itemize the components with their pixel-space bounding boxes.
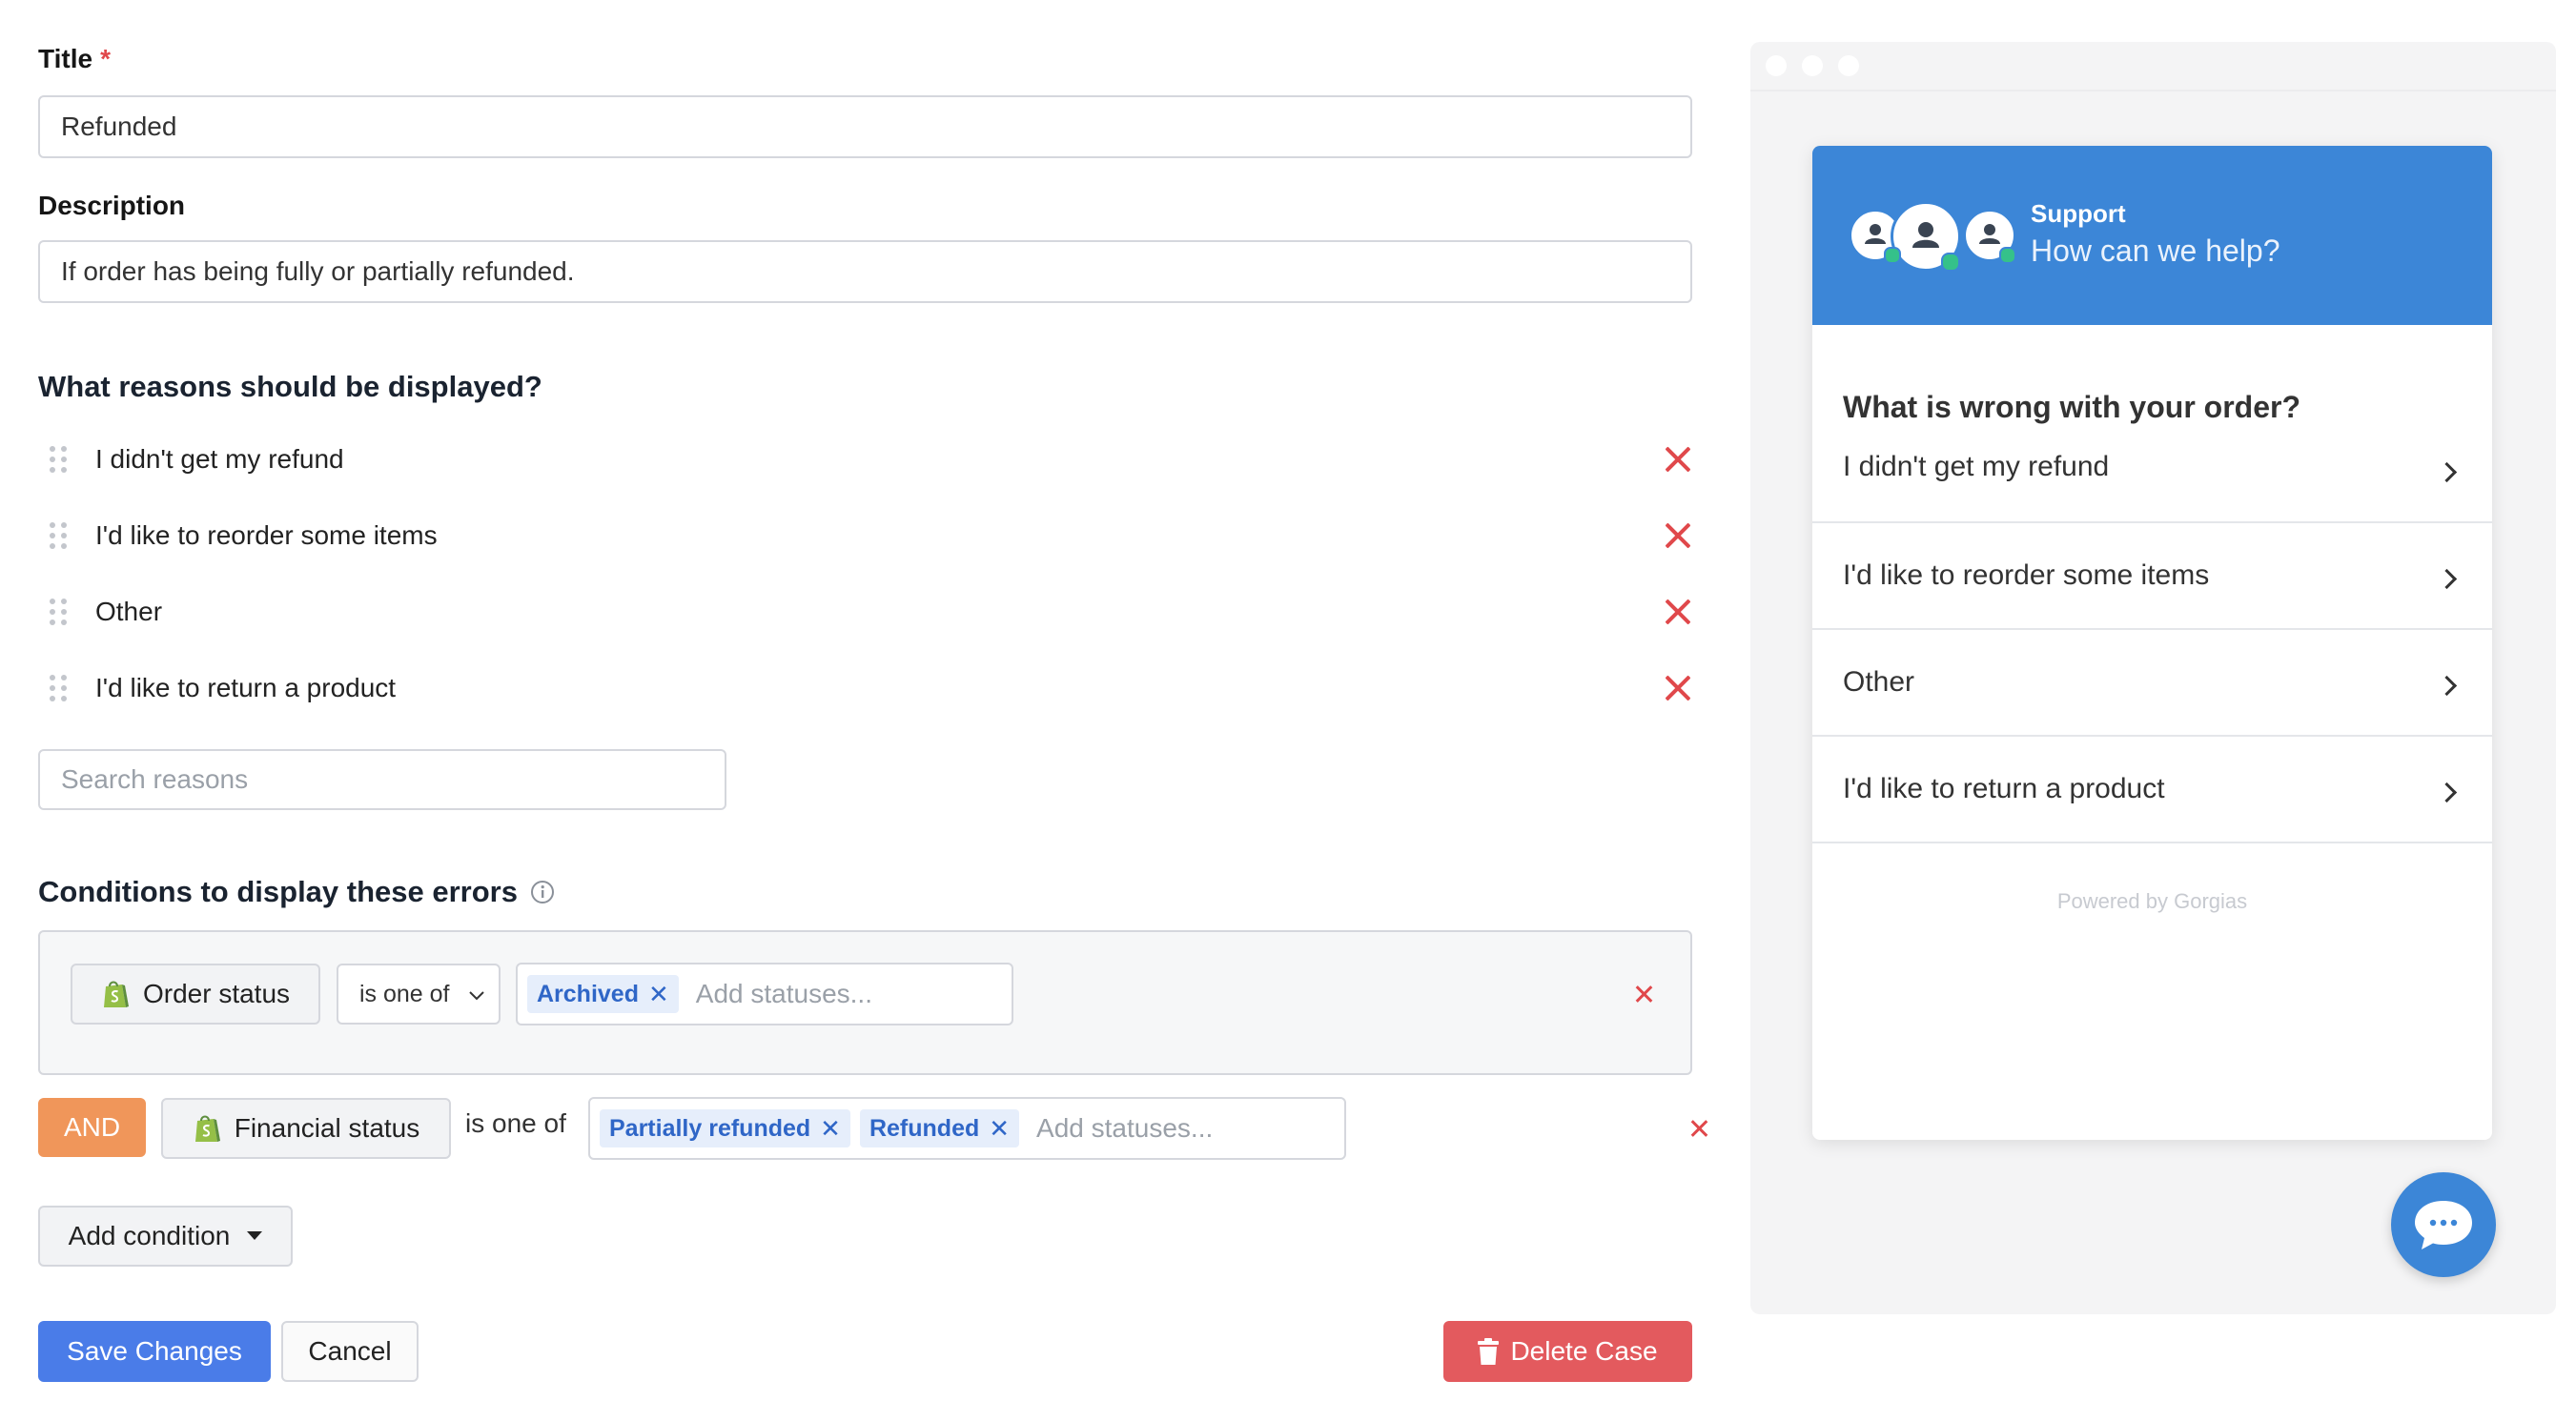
delete-case-label: Delete Case: [1510, 1336, 1658, 1366]
chevron-down-icon: [469, 991, 484, 1001]
chat-header: Support How can we help?: [1812, 146, 2492, 325]
chevron-right-icon: [2436, 461, 2458, 483]
status-tag-label: Refunded: [869, 1114, 980, 1142]
add-condition-label: Add condition: [68, 1221, 231, 1250]
order-status-label: Order status: [142, 979, 291, 1008]
window-dot: [1838, 55, 1859, 76]
reason-label: I'd like to reorder some items: [95, 520, 438, 550]
reason-label: I didn't get my refund: [95, 444, 344, 474]
chevron-right-icon: [2436, 568, 2458, 590]
cancel-button[interactable]: Cancel: [281, 1321, 419, 1382]
remove-reason-icon[interactable]: [1664, 674, 1692, 702]
drag-handle-icon[interactable]: [50, 446, 67, 473]
reason-row: I didn't get my refund: [38, 429, 1692, 490]
trash-icon: [1478, 1338, 1500, 1365]
drag-handle-icon[interactable]: [50, 522, 67, 549]
chat-option[interactable]: I'd like to return a product: [1812, 737, 2492, 843]
shopify-icon: [103, 981, 129, 1007]
chat-header-title: Support: [2031, 199, 2126, 228]
reasons-heading: What reasons should be displayed?: [38, 370, 542, 403]
remove-tag-icon[interactable]: ✕: [989, 1114, 1010, 1144]
remove-tag-icon[interactable]: ✕: [820, 1114, 841, 1144]
chat-option[interactable]: I'd like to reorder some items: [1812, 523, 2492, 630]
reason-label: Other: [95, 597, 163, 626]
chat-option[interactable]: I didn't get my refund: [1812, 416, 2492, 523]
add-statuses-placeholder: Add statuses...: [695, 979, 872, 1008]
chat-widget: Support How can we help? What is wrong w…: [1812, 146, 2492, 1140]
description-input[interactable]: If order has being fully or partially re…: [38, 240, 1692, 303]
chevron-right-icon: [2436, 782, 2458, 803]
chevron-right-icon: [2436, 675, 2458, 697]
conditions-heading-text: Conditions to display these errors: [38, 875, 518, 908]
powered-by: Powered by Gorgias: [2056, 889, 2248, 913]
chat-launcher-button[interactable]: [2391, 1172, 2496, 1277]
add-condition-button[interactable]: Add condition: [38, 1206, 293, 1267]
remove-condition-icon[interactable]: [1689, 1119, 1708, 1138]
search-reasons-placeholder: Search reasons: [61, 764, 249, 794]
order-status-field-button[interactable]: Order status: [71, 964, 320, 1025]
chat-option-label: I didn't get my refund: [1843, 451, 2110, 482]
required-mark: *: [100, 44, 111, 73]
shopify-icon: [194, 1115, 220, 1142]
window-dot: [1766, 55, 1787, 76]
status-tag-label: Partially refunded: [609, 1114, 811, 1142]
title-label: Title *: [38, 44, 111, 73]
reason-label: I'd like to return a product: [95, 673, 397, 702]
chat-bubble-icon: [2415, 1201, 2472, 1249]
reason-row: I'd like to return a product: [38, 658, 1692, 719]
description-label: Description: [38, 191, 186, 220]
search-reasons-input[interactable]: Search reasons: [38, 749, 726, 810]
financial-status-label: Financial status: [234, 1113, 420, 1143]
online-indicator: [1884, 247, 1901, 264]
drag-handle-icon[interactable]: [50, 599, 67, 625]
description-input-value: If order has being fully or partially re…: [61, 256, 575, 286]
remove-tag-icon[interactable]: ✕: [648, 980, 669, 1009]
title-input-value: Refunded: [61, 112, 177, 141]
chat-option-label: I'd like to return a product: [1843, 773, 2165, 804]
chat-option-label: I'd like to reorder some items: [1843, 559, 2210, 591]
add-statuses-placeholder: Add statuses...: [1036, 1113, 1214, 1143]
caret-down-icon: [247, 1231, 263, 1240]
reason-row: Other: [38, 581, 1692, 642]
chat-option-label: Other: [1843, 666, 1915, 698]
save-changes-button[interactable]: Save Changes: [38, 1321, 271, 1382]
drag-handle-icon[interactable]: [50, 675, 67, 701]
status-tag-label: Archived: [537, 980, 639, 1007]
status-tag: Partially refunded ✕: [600, 1109, 850, 1147]
delete-case-button[interactable]: Delete Case: [1443, 1321, 1692, 1382]
operator-text: is one of: [465, 1108, 566, 1138]
status-tag: Refunded ✕: [859, 1109, 1020, 1147]
save-changes-label: Save Changes: [67, 1336, 242, 1366]
statuses-multiselect[interactable]: Archived ✕ Add statuses...: [516, 963, 1013, 1025]
remove-reason-icon[interactable]: [1664, 521, 1692, 550]
statuses-multiselect[interactable]: Partially refunded ✕ Refunded ✕ Add stat…: [588, 1097, 1346, 1160]
remove-reason-icon[interactable]: [1664, 445, 1692, 474]
remove-reason-icon[interactable]: [1664, 598, 1692, 626]
cancel-label: Cancel: [308, 1336, 392, 1366]
conditions-heading: Conditions to display these errors: [38, 875, 556, 909]
financial-status-field-button[interactable]: Financial status: [161, 1098, 451, 1159]
title-input[interactable]: Refunded: [38, 95, 1692, 158]
chat-option[interactable]: Other: [1812, 630, 2492, 737]
operator-select[interactable]: is one of: [337, 964, 501, 1025]
chat-header-subtitle: How can we help?: [2031, 234, 2280, 268]
reason-row: I'd like to reorder some items: [38, 505, 1692, 566]
remove-condition-icon[interactable]: [1634, 985, 1653, 1004]
and-badge[interactable]: AND: [38, 1098, 146, 1157]
and-badge-label: AND: [63, 1112, 121, 1142]
online-indicator: [1999, 247, 2016, 264]
operator-select-value: is one of: [359, 980, 450, 1007]
status-tag: Archived ✕: [527, 975, 679, 1013]
info-icon[interactable]: [529, 879, 556, 905]
online-indicator: [1941, 253, 1960, 272]
window-dot: [1802, 55, 1823, 76]
